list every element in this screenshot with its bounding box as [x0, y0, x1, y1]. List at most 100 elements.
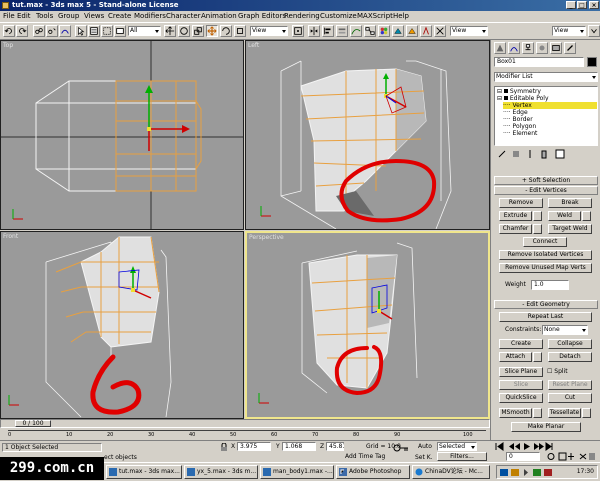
make-unique-icon[interactable]: [525, 149, 535, 159]
modifier-list-dropdown[interactable]: Modifier List: [494, 72, 598, 82]
create-tab-icon[interactable]: [494, 42, 506, 54]
render-scene-icon[interactable]: [392, 25, 404, 37]
ref-coord-right-dropdown[interactable]: View: [552, 26, 586, 36]
curve-editor-icon[interactable]: [350, 25, 362, 37]
menu-help[interactable]: Help: [393, 12, 409, 21]
maximize-button[interactable]: □: [577, 1, 587, 9]
edit-vertices-rollout[interactable]: - Edit Vertices: [494, 186, 598, 195]
split-checkbox[interactable]: ☐ Split: [547, 368, 568, 375]
stack-item-edge[interactable]: ···· Edge: [503, 109, 528, 116]
attach-list-button[interactable]: [533, 352, 542, 362]
tray-icons[interactable]: [500, 468, 560, 477]
key-filter-selected-dropdown[interactable]: Selected: [437, 442, 477, 451]
taskbar-item-photoshop[interactable]: Adobe Photoshop: [336, 465, 410, 479]
selection-filter-dropdown[interactable]: All: [128, 26, 161, 36]
motion-tab-icon[interactable]: [536, 42, 548, 54]
material-editor-icon[interactable]: [378, 25, 390, 37]
rotate-icon[interactable]: [220, 25, 232, 37]
display-tab-icon[interactable]: [550, 42, 562, 54]
key-icon[interactable]: [393, 443, 409, 453]
taskbar-item-man-body1[interactable]: man_body1.max -...: [260, 465, 334, 479]
extrude-settings-button[interactable]: [533, 211, 542, 221]
break-button[interactable]: Break: [548, 198, 592, 208]
modify-tab-icon[interactable]: [508, 42, 520, 54]
collapse-button[interactable]: Collapse: [548, 339, 592, 349]
edit-geometry-rollout[interactable]: - Edit Geometry: [494, 300, 598, 309]
menu-rendering[interactable]: Rendering: [284, 12, 320, 21]
create-button[interactable]: Create: [499, 339, 543, 349]
menu-views[interactable]: Views: [84, 12, 104, 21]
playback-controls[interactable]: [494, 442, 554, 451]
menu-create[interactable]: Create: [108, 12, 131, 21]
quickslice-button[interactable]: QuickSlice: [499, 393, 543, 403]
soft-selection-rollout[interactable]: + Soft Selection: [494, 176, 598, 185]
pin-stack-icon[interactable]: [497, 149, 507, 159]
add-time-tag[interactable]: Add Time Tag: [345, 453, 385, 460]
menu-maxscript[interactable]: MAXScript: [357, 12, 393, 21]
viewport-front[interactable]: Front: [0, 231, 244, 419]
menu-customize[interactable]: Customize: [320, 12, 357, 21]
y-coordinate-field[interactable]: 1.068: [282, 442, 316, 451]
viewport-top[interactable]: Top: [0, 40, 244, 230]
time-slider-thumb[interactable]: 0 / 100: [15, 420, 51, 427]
layer-manager-icon[interactable]: [336, 25, 348, 37]
align-icon[interactable]: [322, 25, 334, 37]
mirror-icon[interactable]: [308, 25, 320, 37]
select-object-icon[interactable]: [75, 25, 87, 37]
configure-modifier-sets-icon[interactable]: [555, 149, 565, 159]
chamfer-settings-button[interactable]: [533, 224, 542, 234]
slice-button[interactable]: Slice: [499, 380, 543, 390]
x-coordinate-field[interactable]: 3.975: [237, 442, 271, 451]
target-weld-button[interactable]: Target Weld: [548, 224, 592, 234]
weld-button[interactable]: Weld: [548, 211, 581, 221]
time-slider[interactable]: 0 / 100: [0, 419, 490, 428]
select-move-icon[interactable]: [164, 25, 176, 37]
lock-selection-icon[interactable]: [220, 443, 228, 452]
menu-edit[interactable]: Edit: [17, 12, 31, 21]
timeline-ruler[interactable]: 0 10 20 30 40 50 60 70 80 90 100: [8, 430, 486, 439]
remove-modifier-icon[interactable]: [539, 149, 549, 159]
msmooth-button[interactable]: MSmooth: [499, 408, 532, 418]
viewport-left[interactable]: Left: [245, 40, 490, 230]
weight-spinner[interactable]: 1.0: [531, 280, 569, 290]
viewport-perspective[interactable]: Perspective: [245, 231, 490, 419]
stack-item-editable-poly[interactable]: ⊟ Editable Poly: [497, 95, 549, 102]
auto-key-label[interactable]: Auto: [418, 443, 432, 450]
remove-isolated-vertices-button[interactable]: Remove Isolated Vertices: [499, 250, 592, 260]
taskbar-item-yx5-max[interactable]: yx_5.max - 3ds m...: [184, 465, 258, 479]
set-key-label[interactable]: Set K.: [415, 454, 433, 461]
window-crossing-icon[interactable]: [114, 25, 126, 37]
menu-file[interactable]: File: [3, 12, 15, 21]
minimize-button[interactable]: _: [566, 1, 576, 9]
hierarchy-tab-icon[interactable]: [522, 42, 534, 54]
move-transform-icon[interactable]: [206, 25, 218, 37]
toolbar-overflow-icon[interactable]: [588, 25, 600, 37]
menu-group[interactable]: Group: [58, 12, 79, 21]
redo-icon[interactable]: [16, 25, 28, 37]
menu-tools[interactable]: Tools: [36, 12, 53, 21]
quick-render-icon[interactable]: [406, 25, 418, 37]
stack-item-vertex[interactable]: ···· Vertex: [503, 102, 597, 109]
connect-button[interactable]: Connect: [523, 237, 567, 247]
remove-button[interactable]: Remove: [499, 198, 543, 208]
stack-item-border[interactable]: ···· Border: [503, 116, 533, 123]
remove-unused-map-verts-button[interactable]: Remove Unused Map Verts: [499, 263, 592, 273]
show-end-result-icon[interactable]: [511, 149, 521, 159]
select-rotate-icon[interactable]: [178, 25, 190, 37]
select-by-name-icon[interactable]: [88, 25, 100, 37]
render-type-icon[interactable]: [434, 25, 446, 37]
cut-button[interactable]: Cut: [548, 393, 592, 403]
detach-button[interactable]: Detach: [548, 352, 592, 362]
utilities-tab-icon[interactable]: [564, 42, 576, 54]
make-planar-button[interactable]: Make Planar: [511, 422, 581, 432]
viewport-navigation-controls[interactable]: [546, 452, 596, 461]
menu-modifiers[interactable]: Modifiers: [134, 12, 166, 21]
tessellate-button[interactable]: Tessellate: [548, 408, 581, 418]
extrude-button[interactable]: Extrude: [499, 211, 532, 221]
constraints-dropdown[interactable]: None: [542, 325, 588, 335]
tessellate-settings-button[interactable]: [582, 408, 591, 418]
bind-space-warp-icon[interactable]: [59, 25, 71, 37]
menu-graph-editors[interactable]: Graph Editors: [238, 12, 286, 21]
undo-icon[interactable]: [3, 25, 15, 37]
msmooth-settings-button[interactable]: [533, 408, 542, 418]
